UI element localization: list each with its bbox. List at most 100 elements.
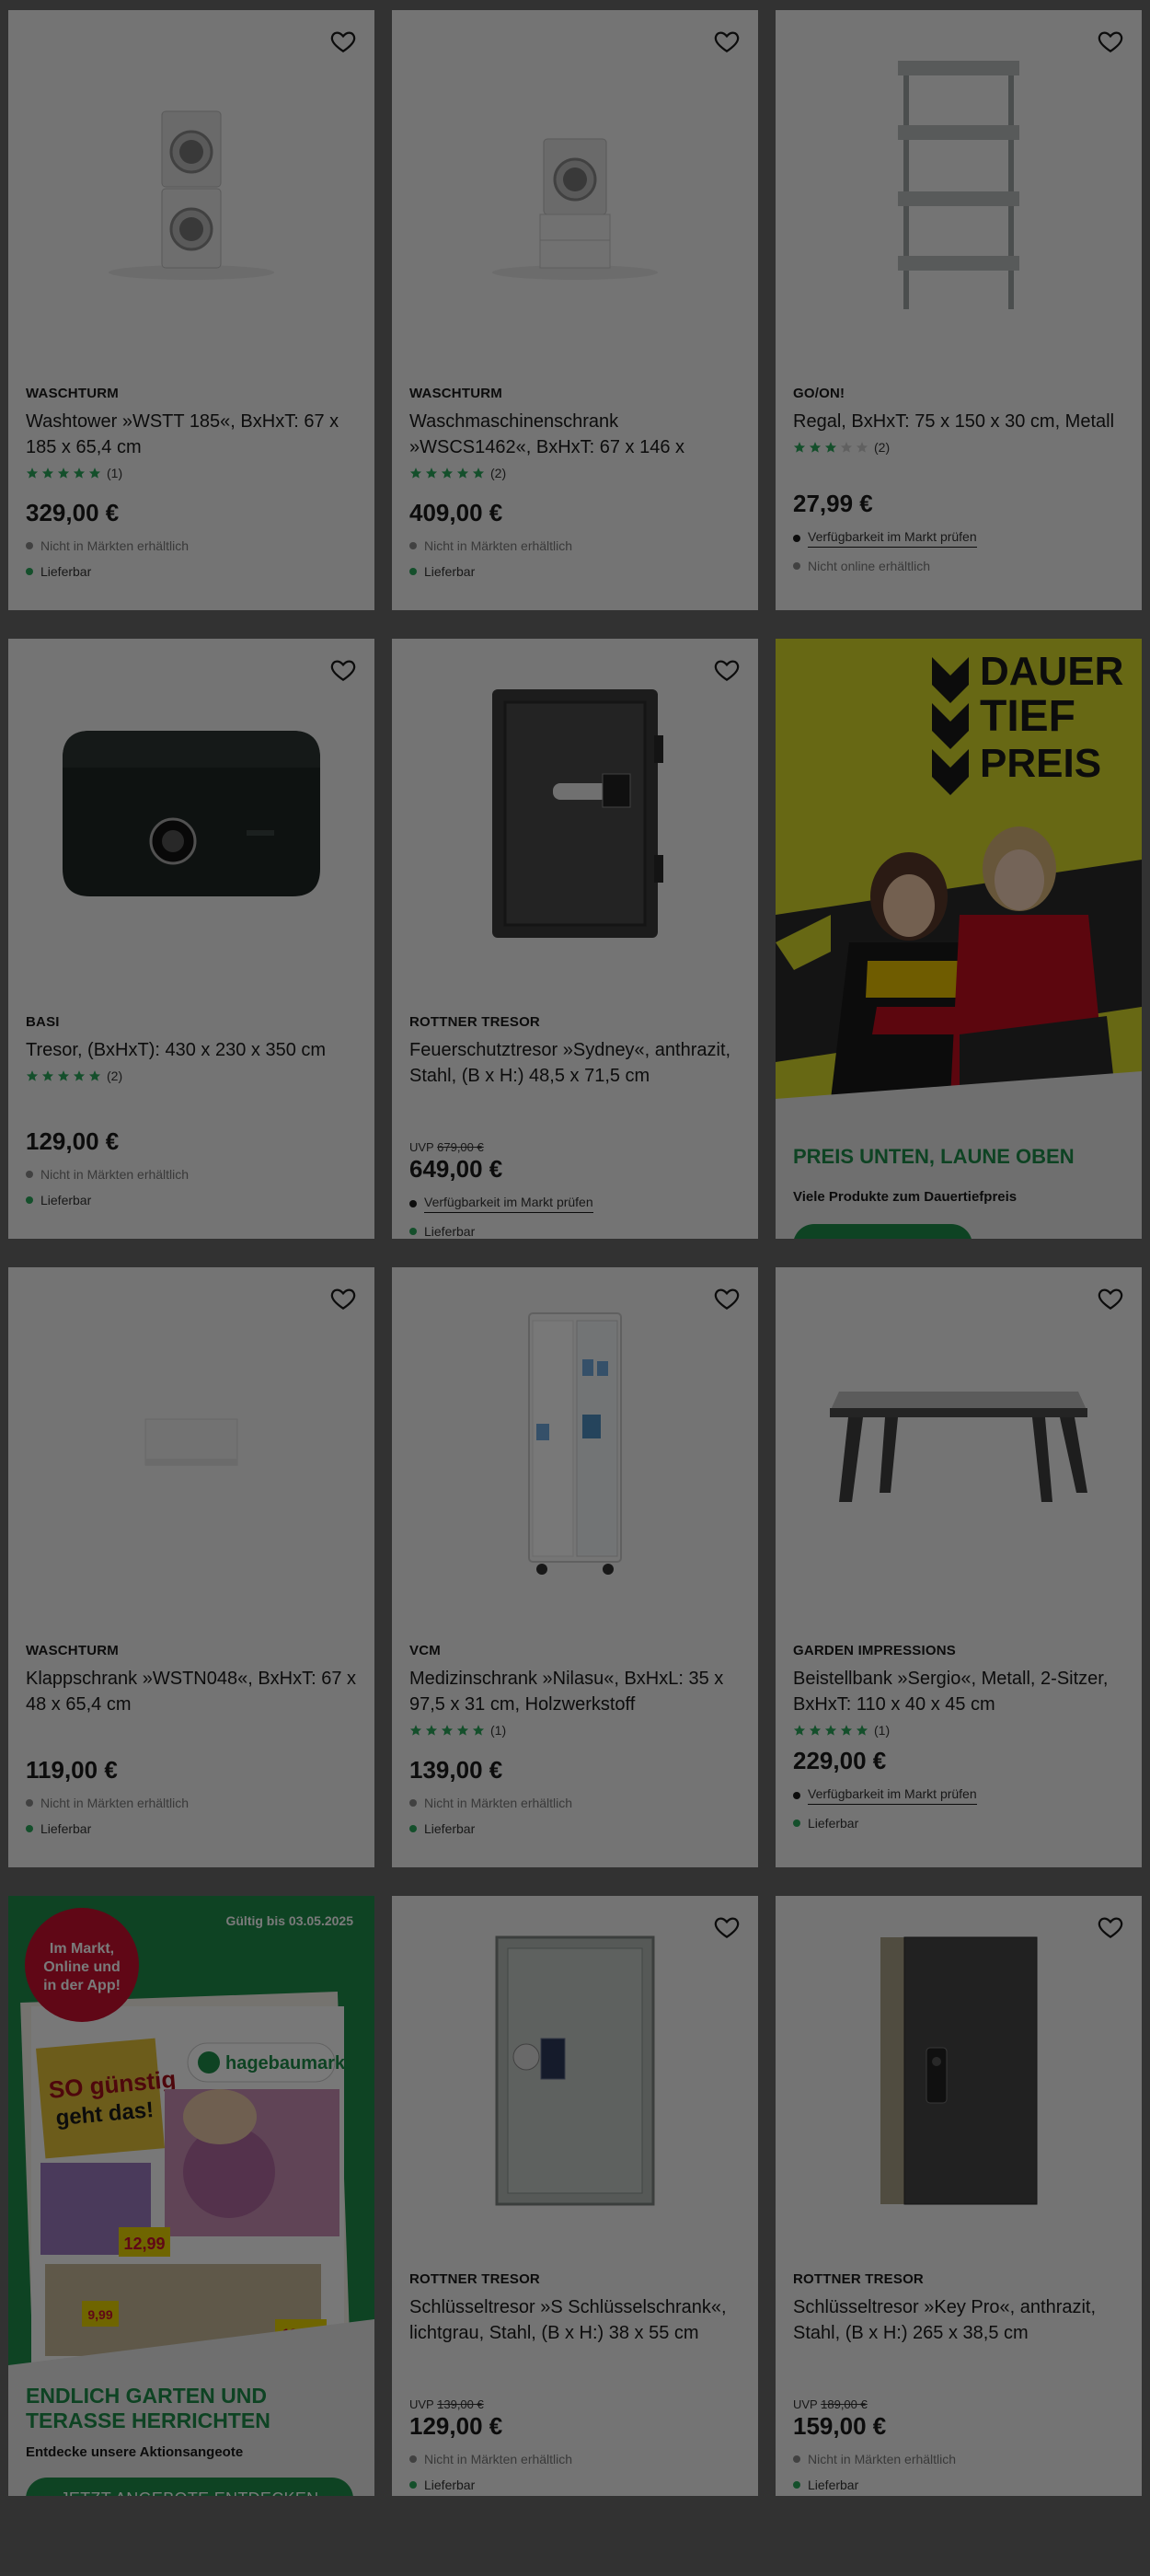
wishlist-heart-icon[interactable] [713,1285,741,1312]
product-card[interactable]: ROTTNER TRESOR Schlüsseltresor »S Schlüss… [392,1896,758,2496]
product-price: 27,99 € [793,490,873,517]
promo-title: PREIS UNTEN, LAUNE OBEN [793,1145,1075,1168]
product-price: 119,00 € [26,1756,118,1784]
star-icon [840,1725,853,1736]
product-info: GARDEN IMPRESSIONS Beistellbank »Sergio«,… [793,1643,1124,1738]
flyer-banner-image[interactable]: Gültig bis 03.05.2025SO günstiggeht das!… [8,1896,374,2388]
star-icon [793,442,806,453]
product-name[interactable]: Schlüsseltresor »S Schlüsselschrank«, li… [409,2294,741,2346]
product-name[interactable]: Medizinschrank »Nilasu«, BxHxL: 35 x 97,… [409,1666,741,1717]
product-name[interactable]: Feuerschutztresor »Sydney«, anthrazit, S… [409,1037,741,1089]
wishlist-heart-icon[interactable] [713,28,741,55]
product-card[interactable]: BASI Tresor, (BxHxT): 430 x 230 x 350 cm (… [8,639,374,1239]
availability-line: Nicht in Märkten erhältlich [26,538,357,553]
rating-stars: (2) [409,466,741,480]
availability-line[interactable]: Verfügbarkeit im Markt prüfen [409,1195,741,1213]
star-icon [441,1725,454,1736]
star-icon [88,1070,101,1081]
product-brand: WASCHTURM [26,386,119,401]
availability-line[interactable]: Verfügbarkeit im Markt prüfen [793,1786,1124,1805]
star-icon [856,442,868,453]
product-name[interactable]: Regal, BxHxT: 75 x 150 x 30 cm, Metall [793,409,1124,434]
promo-card-flyer[interactable]: Gültig bis 03.05.2025 SO günstig geht das!… [8,1896,374,2496]
product-price: 649,00 € [409,1155,503,1183]
promo-card-dauertiefpreis[interactable]: DAUER TIEF PREIS PREIS UNTEN, LAUNE OBEN Vie… [776,639,1142,1239]
banner-text-line: TIEF [980,692,1075,741]
wishlist-heart-icon[interactable] [713,656,741,684]
star-icon [409,468,422,479]
status-dot-icon [409,1200,417,1207]
rating-stars: (1) [409,1723,741,1738]
product-card[interactable]: ROTTNER TRESOR Feuerschutztresor »Sydney«… [392,639,758,1239]
star-icon [41,468,54,479]
product-image[interactable] [392,10,758,360]
product-image[interactable] [776,10,1142,360]
product-name[interactable]: Waschmaschinenschrank »WSCS1462«, BxHxT:… [409,409,741,460]
star-icon [809,1725,822,1736]
product-info: ROTTNER TRESOR Schlüsseltresor »S Schlüss… [409,2271,741,2346]
product-name[interactable]: Klappschrank »WSTN048«, BxHxT: 67 x 48 x… [26,1666,357,1717]
product-price-block: UVP 189,00 €159,00 € Nicht in Märkten erh… [793,2397,1124,2492]
status-dot-icon [793,2481,800,2489]
product-price-block: UVP 679,00 €649,00 € Verfügbarkeit im Mar… [409,1140,741,1239]
status-dot-icon [409,1825,417,1832]
jetzt-angebote-entdecken-button[interactable]: JETZT ANGEBOTE ENTDECKEN [26,2478,353,2496]
flyer-badge-line: Im Markt, [50,1941,114,1957]
promo-banner-image[interactable]: DAUERTIEFPREIS [776,639,1142,1131]
product-card[interactable]: GARDEN IMPRESSIONS Beistellbank »Sergio«,… [776,1267,1142,1867]
wishlist-heart-icon[interactable] [329,28,357,55]
availability-line: Lieferbar [26,1821,357,1836]
product-card[interactable]: ROTTNER TRESOR Schlüsseltresor »Key Pro«,… [776,1896,1142,2496]
status-dot-icon [409,568,417,575]
review-count: (1) [107,466,123,480]
rating-stars: (1) [793,1723,1124,1738]
star-icon [456,468,469,479]
product-card[interactable]: WASCHTURM Waschmaschinenschrank »WSCS1462… [392,10,758,610]
uvp-price: UVP 679,00 € [409,1140,484,1154]
wishlist-heart-icon[interactable] [329,1285,357,1312]
uvp-price: UVP 139,00 € [409,2397,484,2411]
product-name[interactable]: Beistellbank »Sergio«, Metall, 2-Sitzer,… [793,1666,1124,1717]
star-icon [840,442,853,453]
status-dot-icon [409,2455,417,2463]
wishlist-heart-icon[interactable] [713,1913,741,1941]
product-image[interactable] [776,1267,1142,1617]
product-card[interactable]: WASCHTURM Washtower »WSTT 185«, BxHxT: 67… [8,10,374,610]
status-dot-icon [793,562,800,570]
wishlist-heart-icon[interactable] [1097,1913,1124,1941]
flyer-valid-until: Gültig bis 03.05.2025 [225,1913,353,1928]
product-name[interactable]: Washtower »WSTT 185«, BxHxT: 67 x 185 x … [26,409,357,460]
product-price-block: UVP 139,00 €129,00 € Nicht in Märkten erh… [409,2397,741,2492]
product-card[interactable]: VCM Medizinschrank »Nilasu«, BxHxL: 35 x … [392,1267,758,1867]
product-name[interactable]: Schlüsseltresor »Key Pro«, anthrazit, St… [793,2294,1124,2346]
wishlist-heart-icon[interactable] [1097,1285,1124,1312]
product-image[interactable] [8,10,374,360]
product-image[interactable] [8,639,374,988]
wishlist-heart-icon[interactable] [1097,28,1124,55]
status-dot-icon [409,1228,417,1235]
product-image[interactable] [776,1896,1142,2246]
product-name[interactable]: Tresor, (BxHxT): 430 x 230 x 350 cm [26,1037,357,1063]
product-card[interactable]: WASCHTURM Klappschrank »WSTN048«, BxHxT: … [8,1267,374,1867]
wishlist-heart-icon[interactable] [329,656,357,684]
status-dot-icon [26,542,33,549]
product-image[interactable] [392,1896,758,2246]
product-card[interactable]: GO/ON! Regal, BxHxT: 75 x 150 x 30 cm, Me… [776,10,1142,610]
availability-line: Lieferbar [409,1821,741,1836]
availability-line[interactable]: Verfügbarkeit im Markt prüfen [793,529,1124,548]
status-dot-icon [26,1171,33,1178]
availability-line: Lieferbar [793,1816,1124,1831]
product-image[interactable] [8,1267,374,1617]
star-icon [425,1725,438,1736]
status-dot-icon [409,542,417,549]
availability-line: Lieferbar [409,2478,741,2492]
product-info: ROTTNER TRESOR Schlüsseltresor »Key Pro«,… [793,2271,1124,2346]
status-dot-icon [26,1196,33,1204]
banner-text-line: DAUER [980,649,1123,694]
product-image[interactable] [392,1267,758,1617]
product-image[interactable] [392,639,758,988]
status-dot-icon [793,1792,800,1799]
star-icon [856,1725,868,1736]
jetzt-sparen-button[interactable]: JETZT SPAREN [793,1224,972,1239]
product-info: WASCHTURM Washtower »WSTT 185«, BxHxT: 67… [26,386,357,480]
